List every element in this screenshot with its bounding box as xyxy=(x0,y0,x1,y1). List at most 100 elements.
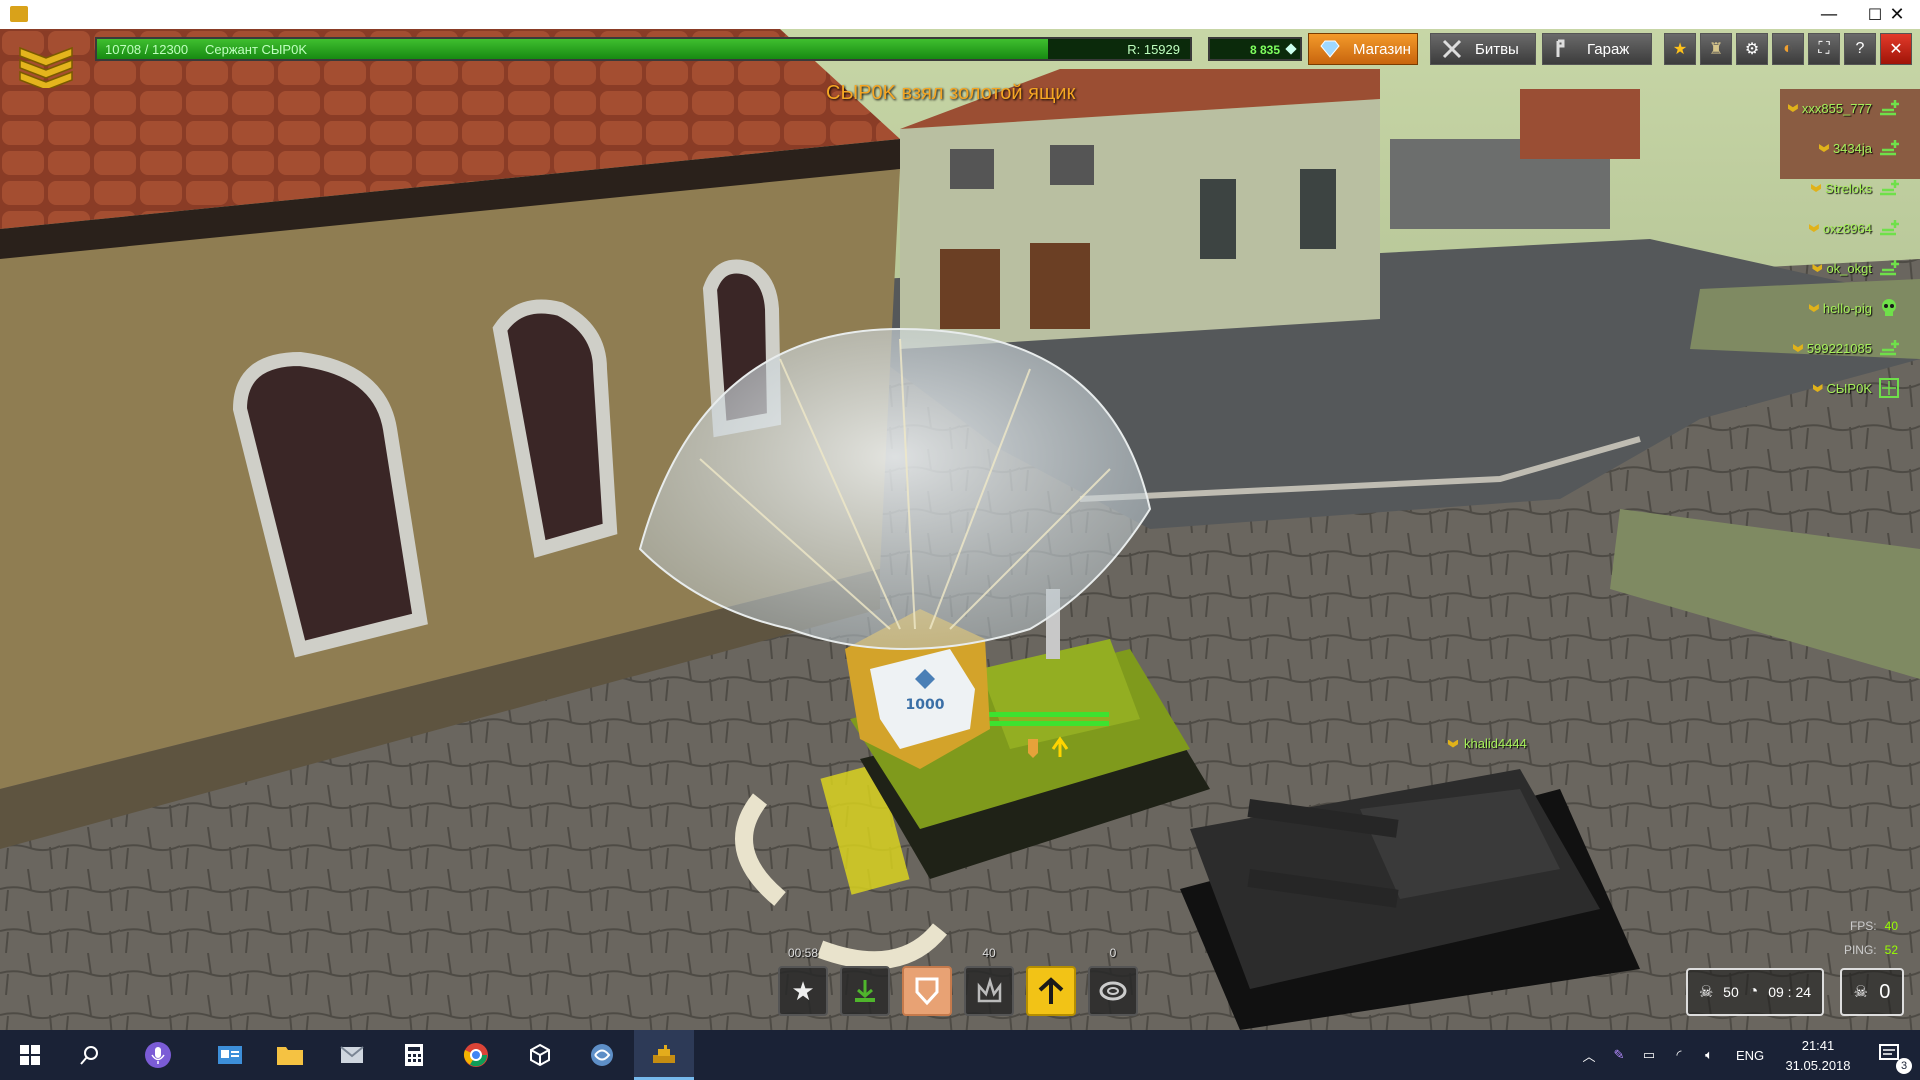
player-name: oxz8964 xyxy=(1822,220,1872,236)
battery-icon[interactable]: ▭ xyxy=(1634,1047,1664,1063)
close-window-button[interactable]: ✕ xyxy=(1874,0,1920,29)
supply-damage[interactable]: 40 xyxy=(964,946,1014,1016)
rank-icon xyxy=(1811,184,1822,192)
taskbar-app-explorer[interactable] xyxy=(260,1030,320,1080)
crystal-count: 8 835 xyxy=(1249,43,1280,57)
question-icon: ? xyxy=(1855,40,1865,57)
microphone-icon xyxy=(145,1042,171,1068)
deaths-panel: ☠ 0 xyxy=(1840,968,1904,1016)
system-tray: ︿ ✎ ▭ ◜ 🔈︎ ENG xyxy=(1574,1030,1764,1080)
player-entry: 599221085 xyxy=(1792,336,1900,360)
fullscreen-button[interactable]: ⛶ xyxy=(1808,33,1840,65)
player-name: Streloks xyxy=(1825,180,1872,196)
player-name: 599221085 xyxy=(1806,340,1872,356)
rank-icon xyxy=(1812,384,1823,392)
clock-time: 21:41 xyxy=(1801,1038,1835,1053)
add-friend-icon[interactable] xyxy=(1878,337,1900,359)
add-friend-icon[interactable] xyxy=(1878,217,1900,239)
taskbar-app-tanki[interactable] xyxy=(634,1030,694,1080)
taskbar-app-chrome[interactable] xyxy=(446,1030,506,1080)
start-button[interactable] xyxy=(0,1030,60,1080)
wifi-icon[interactable]: ◜ xyxy=(1664,1047,1694,1063)
add-friend-icon[interactable] xyxy=(1878,257,1900,279)
minimize-button[interactable]: — xyxy=(1806,0,1852,29)
rank-icon xyxy=(1792,344,1803,352)
star-icon: ★ xyxy=(791,975,815,1006)
shop-button[interactable]: Магазин xyxy=(1308,33,1418,65)
supply-armor[interactable] xyxy=(902,966,952,1016)
settings-button[interactable]: ⚙ xyxy=(1736,33,1768,65)
add-friend-icon[interactable] xyxy=(1878,137,1900,159)
player-entry: 3434ja xyxy=(1818,136,1900,160)
taskbar-app-contacts[interactable] xyxy=(200,1030,260,1080)
tank-app-icon xyxy=(653,1044,675,1063)
exit-battle-button[interactable]: ✕ xyxy=(1880,33,1912,65)
windows-logo-icon xyxy=(20,1045,40,1065)
skull-icon xyxy=(1878,297,1900,319)
star-icon: ★ xyxy=(1672,41,1688,58)
player-entry-self: CЫP0K xyxy=(1812,376,1900,400)
cortana-button[interactable] xyxy=(128,1030,188,1080)
enemy-name: khalid4444 xyxy=(1464,736,1527,751)
fullscreen-icon: ⛶ xyxy=(1818,40,1830,57)
crossed-swords-icon xyxy=(1439,38,1465,60)
taskbar-app-mail[interactable] xyxy=(322,1030,382,1080)
supply-speed[interactable] xyxy=(1026,966,1076,1016)
target-icon xyxy=(1878,377,1900,399)
search-button[interactable] xyxy=(60,1030,120,1080)
deaths-count: 0 xyxy=(1879,980,1891,1003)
taskbar-app-browser[interactable] xyxy=(572,1030,632,1080)
speaker-icon: ◐ xyxy=(1783,40,1793,57)
repair-kit-icon xyxy=(1099,981,1127,1001)
unity-icon xyxy=(530,1043,550,1067)
rank-icon xyxy=(1808,224,1819,232)
battle-score-panel: ☠ 50 ◔ 09 : 24 xyxy=(1686,968,1824,1016)
taskbar-app-calculator[interactable] xyxy=(384,1030,444,1080)
player-name: 3434ja xyxy=(1832,140,1872,156)
performance-stats: FPS: 40 PING: 52 xyxy=(1844,914,1898,962)
kills-icon: ☠ xyxy=(1698,984,1714,1001)
supply-gold-star[interactable]: 00:58 ★ xyxy=(778,946,828,1016)
game-scene-art: 1000 xyxy=(0,29,1920,1030)
notification-count: 3 xyxy=(1896,1058,1912,1074)
garage-label: Гараж xyxy=(1587,40,1630,58)
crystal-balance: 8 835 xyxy=(1208,37,1302,61)
friends-button[interactable]: ♜ xyxy=(1700,33,1732,65)
language-indicator[interactable]: ENG xyxy=(1736,1048,1764,1063)
gear-icon: ⚙ xyxy=(1744,41,1760,58)
pen-icon[interactable]: ✎ xyxy=(1604,1047,1634,1063)
battle-timer: 09 : 24 xyxy=(1768,984,1812,1000)
xp-text: 10708 / 12300 xyxy=(105,42,189,57)
crate-value: 1000 xyxy=(906,697,945,713)
supply-repair[interactable]: 0 xyxy=(1088,946,1138,1016)
player-name: CЫP0K xyxy=(1826,380,1872,396)
add-friend-icon[interactable] xyxy=(1878,177,1900,199)
battles-button[interactable]: Битвы xyxy=(1430,33,1536,65)
windows-taskbar: ︿ ✎ ▭ ◜ 🔈︎ ENG 21:41 31.05.2018 3 xyxy=(0,1030,1920,1080)
shop-label: Магазин xyxy=(1353,40,1411,58)
sound-button[interactable]: ◐ xyxy=(1772,33,1804,65)
chevron-up-icon[interactable]: ︿ xyxy=(1574,1046,1604,1065)
taskbar-app-unity[interactable] xyxy=(510,1030,570,1080)
favorites-button[interactable]: ★ xyxy=(1664,33,1696,65)
skull-icon: ☠ xyxy=(1853,984,1868,1001)
rank-icon xyxy=(1787,104,1798,112)
globe-icon xyxy=(591,1044,613,1066)
taskbar-clock[interactable]: 21:41 31.05.2018 xyxy=(1778,1036,1858,1076)
help-button[interactable]: ? xyxy=(1844,33,1876,65)
game-viewport[interactable]: 1000 xyxy=(0,29,1920,1030)
action-center-button[interactable]: 3 xyxy=(1862,1030,1920,1080)
experience-bar: 10708 / 12300 Сержант CЫP0K R: 15929 xyxy=(95,37,1192,61)
supply-mine[interactable] xyxy=(840,966,890,1016)
search-icon xyxy=(80,1046,98,1065)
add-friend-icon[interactable] xyxy=(1878,97,1900,119)
garage-button[interactable]: Гараж xyxy=(1542,33,1652,65)
fps-label: FPS: xyxy=(1849,919,1877,933)
supply-count: 0 xyxy=(1109,946,1117,960)
rank-icon xyxy=(1818,144,1829,152)
damage-icon xyxy=(977,976,1002,1003)
diamond-icon xyxy=(1317,38,1343,60)
player-name: hello-pig xyxy=(1822,300,1872,316)
rank-icon xyxy=(1812,264,1823,272)
volume-icon[interactable]: 🔈︎ xyxy=(1694,1047,1724,1063)
